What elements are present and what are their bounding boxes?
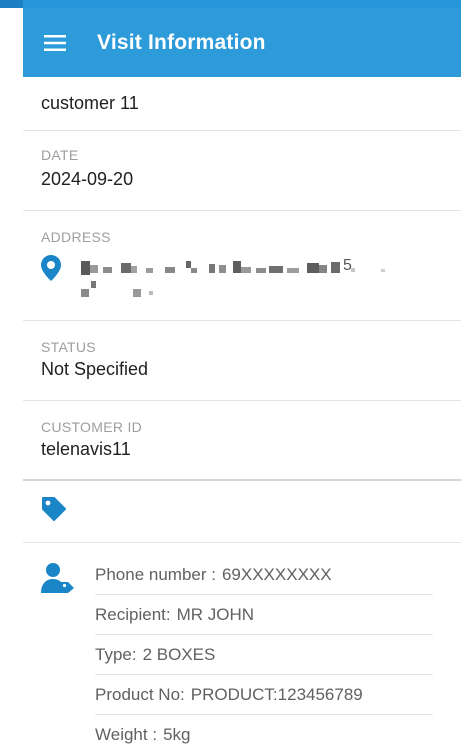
tag-row[interactable]: [23, 481, 461, 543]
tag-icon: [41, 496, 67, 527]
hamburger-menu-icon[interactable]: [35, 23, 75, 63]
detail-recipient: Recipient: MR JOHN: [95, 595, 433, 635]
status-value: Not Specified: [41, 359, 149, 379]
detail-key: Phone number :: [95, 564, 216, 584]
left-gutter: [0, 8, 23, 747]
detail-value: MR JOHN: [176, 604, 255, 624]
detail-key: Type:: [95, 644, 137, 664]
map-pin-icon: [41, 255, 81, 286]
page-title: Visit Information: [97, 30, 266, 54]
shipment-details: Phone number : 69XXXXXXXX Recipient: MR …: [23, 543, 461, 747]
address-row[interactable]: ADDRESS 5: [23, 211, 461, 321]
customer-name: customer 11: [41, 93, 139, 113]
detail-value: 69XXXXXXXX: [221, 564, 332, 584]
address-visible-digit: 5: [343, 257, 352, 274]
customer-id-row: CUSTOMER ID telenavis11: [23, 401, 461, 481]
recipient-person-icon: [41, 555, 95, 747]
detail-key: Weight :: [95, 725, 158, 744]
detail-value: 2 BOXES: [142, 644, 216, 664]
detail-value: PRODUCT:123456789: [190, 684, 363, 704]
detail-key: Product No:: [95, 684, 185, 704]
customer-id-value: telenavis11: [41, 439, 131, 459]
detail-product-no: Product No: PRODUCT:123456789: [95, 675, 433, 715]
customer-row: customer 11: [23, 77, 461, 131]
detail-weight: Weight : 5kg: [95, 715, 433, 747]
customer-id-label: CUSTOMER ID: [41, 419, 143, 435]
status-bar: [0, 0, 461, 8]
status-row: STATUS Not Specified: [23, 321, 461, 401]
detail-type: Type: 2 BOXES: [95, 635, 433, 675]
app-bar: Visit Information: [23, 8, 461, 77]
date-label: DATE: [41, 147, 79, 163]
details-list: Phone number : 69XXXXXXXX Recipient: MR …: [95, 555, 433, 747]
address-label: ADDRESS: [41, 229, 111, 245]
date-value: 2024-09-20: [41, 169, 134, 189]
visit-details: customer 11 DATE 2024-09-20 ADDRESS 5 ST…: [23, 77, 461, 747]
date-row: DATE 2024-09-20: [23, 131, 461, 211]
detail-value: 5kg: [163, 725, 191, 744]
detail-phone: Phone number : 69XXXXXXXX: [95, 555, 433, 595]
status-label: STATUS: [41, 339, 96, 355]
detail-key: Recipient:: [95, 604, 171, 624]
address-value-redacted: 5: [81, 255, 426, 303]
